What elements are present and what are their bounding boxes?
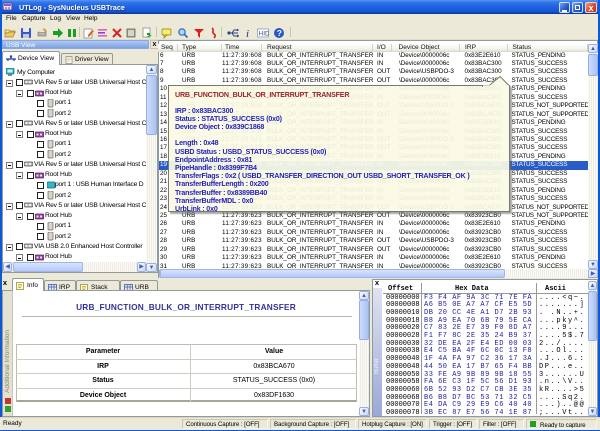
svg-text:HID: HID xyxy=(259,31,270,38)
svg-text:?: ? xyxy=(277,28,282,38)
svg-text:i: i xyxy=(246,28,249,39)
